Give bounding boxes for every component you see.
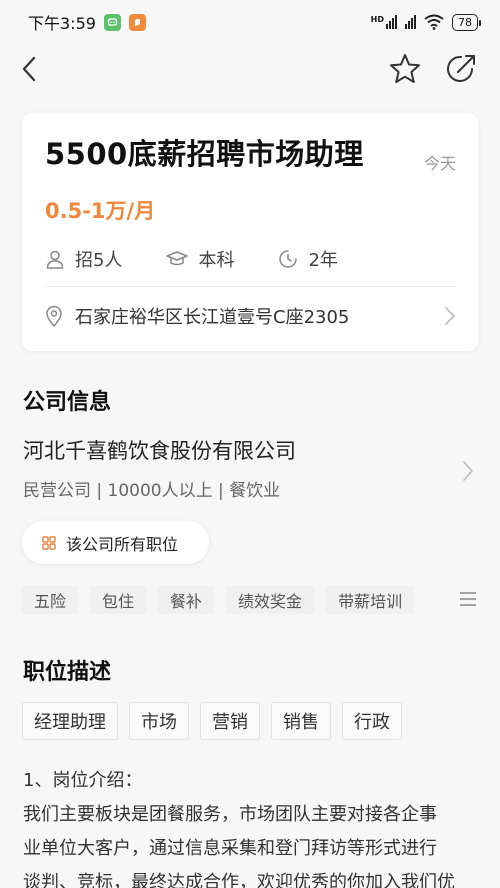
battery-indicator: 78 (452, 13, 481, 31)
all-jobs-label: 该公司所有职位 (66, 534, 179, 554)
chevron-right-icon[interactable] (462, 460, 474, 482)
back-arrow-icon[interactable] (16, 54, 46, 84)
skill-tags: 经理助理 市场 营销 销售 行政 (22, 702, 402, 740)
benefit-tag: 餐补 (158, 586, 215, 614)
job-title: 5500底薪招聘市场助理 (45, 137, 364, 171)
divider (45, 286, 456, 287)
description-line: 谈判、竞标，最终达成合作，欢迎优秀的你加入我们优 (23, 872, 455, 888)
battery-level: 78 (458, 15, 472, 29)
description-section-title: 职位描述 (23, 660, 112, 685)
job-description-text: 1、岗位介绍： 我们主要板块是团餐服务，市场团队主要对接各企事 业单位大客户，通… (23, 764, 483, 888)
job-requirements: 招5人 本科 2年 (45, 246, 382, 272)
description-line: 业单位大客户，通过信息采集和登门拜访等形式进行 (23, 838, 437, 859)
skill-tag: 营销 (200, 702, 260, 740)
nav-bar (0, 44, 500, 96)
company-meta: 民营公司 | 10000人以上 | 餐饮业 (23, 481, 281, 501)
skill-tag: 市场 (129, 702, 189, 740)
benefit-tag: 绩效奖金 (226, 586, 315, 614)
job-summary-card: 5500底薪招聘市场助理 今天 0.5-1万/月 招5人 本科 2年 石家庄裕华… (22, 113, 478, 351)
share-icon[interactable] (444, 52, 478, 86)
status-time: 下午3:59 (28, 14, 96, 33)
chevron-right-icon (445, 307, 455, 325)
company-name[interactable]: 河北千喜鹤饮食股份有限公司 (23, 435, 296, 465)
skill-tag: 销售 (271, 702, 331, 740)
wifi-icon (424, 14, 444, 30)
headcount-item: 招5人 (45, 246, 122, 272)
salary-range: 0.5-1万/月 (45, 199, 156, 223)
education-text: 本科 (198, 250, 235, 271)
person-icon (46, 250, 64, 269)
menu-icon[interactable] (459, 590, 477, 608)
skill-tag: 经理助理 (22, 702, 118, 740)
status-indicators: HD 78 (371, 13, 481, 31)
message-app-icon (103, 13, 121, 31)
skill-tag: 行政 (342, 702, 402, 740)
benefit-tag: 包住 (90, 586, 147, 614)
favorite-star-icon[interactable] (388, 52, 422, 86)
description-line: 1、岗位介绍： (23, 770, 143, 791)
location-pin-icon (46, 305, 62, 327)
experience-text: 2年 (308, 250, 338, 271)
network-type-label: HD (370, 15, 384, 24)
benefit-tag: 带薪培训 (326, 586, 415, 614)
post-date: 今天 (423, 154, 456, 173)
benefit-tags: 五险 包住 餐补 绩效奖金 带薪培训 (22, 586, 415, 614)
address-row[interactable]: 石家庄裕华区长江道壹号C座2305 (45, 303, 456, 329)
headcount-text: 招5人 (75, 250, 123, 271)
clock-icon (279, 250, 298, 268)
company-section-title: 公司信息 (23, 390, 112, 415)
signal-icon: HD (371, 15, 397, 29)
experience-item: 2年 (278, 246, 338, 272)
description-line: 我们主要板块是团餐服务，市场团队主要对接各企事 (23, 804, 437, 825)
benefit-tag: 五险 (22, 586, 79, 614)
status-bar: 下午3:59 HD 78 (0, 0, 500, 44)
notification-app-icon (128, 13, 146, 31)
address-text: 石家庄裕华区长江道壹号C座2305 (75, 307, 350, 328)
company-all-jobs-button[interactable]: 该公司所有职位 (22, 521, 209, 564)
signal-icon-2 (405, 15, 416, 29)
grid-icon (42, 535, 56, 550)
education-item: 本科 (166, 246, 234, 272)
graduation-cap-icon (166, 251, 189, 266)
